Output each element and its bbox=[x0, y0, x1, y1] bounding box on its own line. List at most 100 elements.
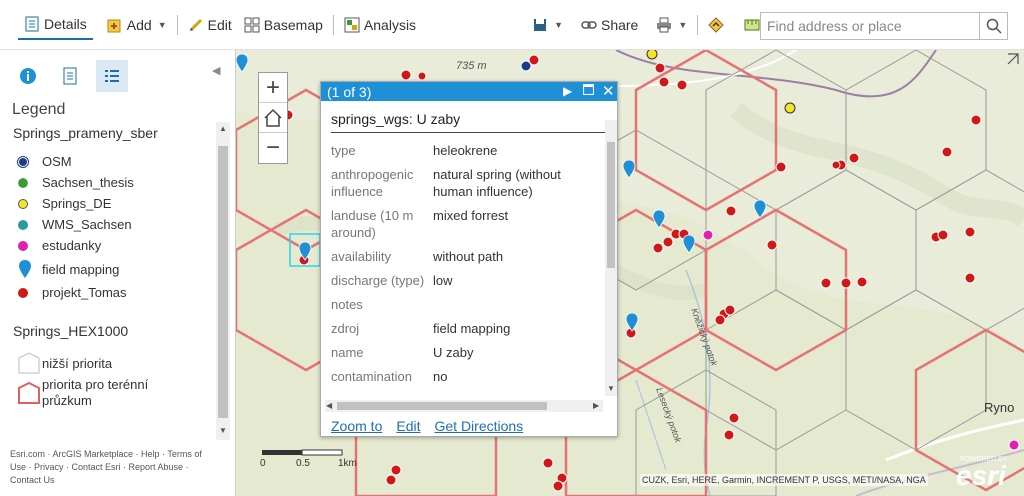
footer-links[interactable]: Esri.com · ArcGIS Marketplace · Help · T… bbox=[10, 448, 220, 487]
close-button[interactable]: ✕ bbox=[602, 82, 615, 100]
esri-logo[interactable]: POWERED BY esri bbox=[954, 454, 1016, 491]
edit-link[interactable]: Edit bbox=[396, 418, 420, 434]
attribute-row: zdroj field mapping bbox=[331, 321, 511, 336]
attribute-row: discharge (type) low bbox=[331, 273, 453, 288]
minus-icon: − bbox=[265, 134, 280, 161]
zoom-out-button[interactable]: − bbox=[259, 133, 287, 163]
edit-label: Edit bbox=[207, 16, 232, 33]
legend-item: Springs_DE bbox=[8, 193, 230, 214]
print-button[interactable]: ▼ bbox=[650, 10, 693, 40]
get-directions-link[interactable]: Get Directions bbox=[434, 418, 523, 434]
place-label: Ryno bbox=[984, 400, 1015, 415]
details-label: Details bbox=[44, 15, 87, 32]
attribute-row: landuse (10 m around) mixed forrest bbox=[331, 208, 509, 240]
popup-actions: Zoom to Edit Get Directions bbox=[331, 418, 523, 434]
sidebar: ◀ Legend Springs_prameny_sber OSM Sachse… bbox=[0, 50, 236, 496]
basemap-button[interactable]: Basemap bbox=[238, 10, 329, 40]
tab-about[interactable] bbox=[12, 60, 44, 92]
info-icon bbox=[20, 68, 36, 84]
collapse-panel-button[interactable]: ◀ bbox=[212, 64, 220, 77]
analysis-button[interactable]: Analysis bbox=[338, 10, 422, 40]
elevation-label: 735 m bbox=[456, 60, 487, 72]
point-symbol-icon bbox=[17, 176, 29, 189]
scrollbar-thumb[interactable] bbox=[337, 402, 547, 410]
feature-popup: (1 of 3) ▶ ✕ springs_wgs: U zaby type hel… bbox=[320, 81, 618, 437]
link-icon bbox=[581, 17, 597, 33]
legend-item: OSM bbox=[8, 151, 230, 172]
legend-label: field mapping bbox=[42, 261, 120, 277]
chevron-up-icon: ▲ bbox=[219, 124, 227, 133]
legend-item: nižší priorita bbox=[8, 351, 230, 375]
map-attribution: CUZK, Esri, HERE, Garmin, INCREMENT P, U… bbox=[640, 474, 928, 486]
scale-label: 1km bbox=[338, 458, 357, 469]
tab-legend[interactable] bbox=[96, 60, 128, 92]
zoom-control: + − bbox=[258, 72, 288, 164]
search-button[interactable] bbox=[979, 13, 1007, 39]
save-button[interactable]: ▼ bbox=[526, 10, 569, 40]
zoom-in-button[interactable]: + bbox=[259, 73, 287, 103]
scale-label: 0.5 bbox=[296, 458, 310, 469]
analysis-label: Analysis bbox=[363, 16, 417, 33]
legend-item: WMS_Sachsen bbox=[8, 214, 230, 235]
point-symbol-icon bbox=[17, 155, 29, 168]
legend-label: WMS_Sachsen bbox=[42, 217, 132, 232]
maximize-icon bbox=[582, 83, 595, 96]
add-label: Add bbox=[126, 16, 152, 33]
legend-scrollbar[interactable]: ▲ ▼ bbox=[216, 122, 230, 440]
point-symbol-icon bbox=[18, 198, 28, 209]
popup-vertical-scrollbar[interactable]: ▼ bbox=[605, 120, 617, 396]
plus-icon: + bbox=[265, 73, 280, 101]
footer-text: Esri.com · ArcGIS Marketplace · Help · T… bbox=[10, 449, 202, 485]
attribute-row: availability without path bbox=[331, 249, 504, 264]
legend-label: Springs_DE bbox=[42, 196, 112, 211]
legend-label: estudanky bbox=[42, 238, 102, 253]
directions-button[interactable] bbox=[702, 10, 730, 40]
search-box bbox=[760, 12, 1008, 40]
add-icon bbox=[107, 17, 123, 33]
analysis-icon bbox=[344, 17, 360, 33]
chevron-left-icon: ◀ bbox=[326, 401, 333, 410]
layer-title: Springs_prameny_sber bbox=[13, 125, 158, 141]
chevron-down-icon: ▼ bbox=[554, 19, 563, 30]
add-button[interactable]: Add ▼ bbox=[101, 10, 173, 40]
share-label: Share bbox=[600, 16, 639, 33]
toolbar: Details Add ▼ Edit Basemap Analysis ▼ Sh… bbox=[0, 0, 1024, 50]
separator bbox=[697, 14, 699, 35]
chevron-down-icon: ▼ bbox=[219, 426, 227, 435]
home-icon bbox=[264, 108, 282, 127]
scale-bar: 0 0.5 1km bbox=[260, 448, 372, 469]
tab-content[interactable] bbox=[54, 60, 86, 92]
map-pin-icon bbox=[19, 260, 31, 278]
legend-item: projekt_Tomas bbox=[8, 282, 230, 303]
zoom-to-link[interactable]: Zoom to bbox=[331, 418, 382, 434]
pencil-icon bbox=[188, 17, 204, 33]
legend-label: OSM bbox=[42, 154, 72, 169]
save-icon bbox=[532, 17, 548, 33]
scrollbar-thumb[interactable] bbox=[218, 146, 228, 418]
attribute-table: type heleokrene anthropogenic influence na… bbox=[331, 142, 603, 400]
layer-title: Springs_HEX1000 bbox=[13, 323, 129, 339]
directions-icon bbox=[708, 16, 724, 33]
attribute-row: name U zaby bbox=[331, 345, 474, 360]
search-input[interactable] bbox=[761, 13, 979, 39]
edit-button[interactable]: Edit bbox=[182, 10, 238, 40]
legend-label: projekt_Tomas bbox=[42, 285, 127, 300]
legend-item: Sachsen_thesis bbox=[8, 172, 230, 193]
next-feature-button[interactable]: ▶ bbox=[563, 84, 572, 98]
scale-bar-graphic bbox=[262, 449, 343, 456]
details-button[interactable]: Details bbox=[18, 10, 93, 40]
scrollbar-thumb[interactable] bbox=[607, 142, 615, 268]
popup-horizontal-scrollbar[interactable]: ◀ ▶ bbox=[325, 400, 603, 412]
point-symbol-icon bbox=[18, 287, 28, 298]
maximize-button[interactable] bbox=[582, 83, 595, 98]
home-button[interactable] bbox=[259, 103, 287, 133]
separator bbox=[332, 14, 334, 35]
document-icon bbox=[63, 67, 77, 85]
scale-label: 0 bbox=[260, 458, 266, 469]
legend-item: field mapping bbox=[8, 256, 230, 282]
separator bbox=[176, 14, 178, 35]
legend-title: Legend bbox=[12, 101, 66, 118]
list-icon bbox=[105, 70, 119, 82]
share-button[interactable]: Share bbox=[575, 10, 644, 40]
chevron-down-icon: ▼ bbox=[607, 384, 615, 393]
